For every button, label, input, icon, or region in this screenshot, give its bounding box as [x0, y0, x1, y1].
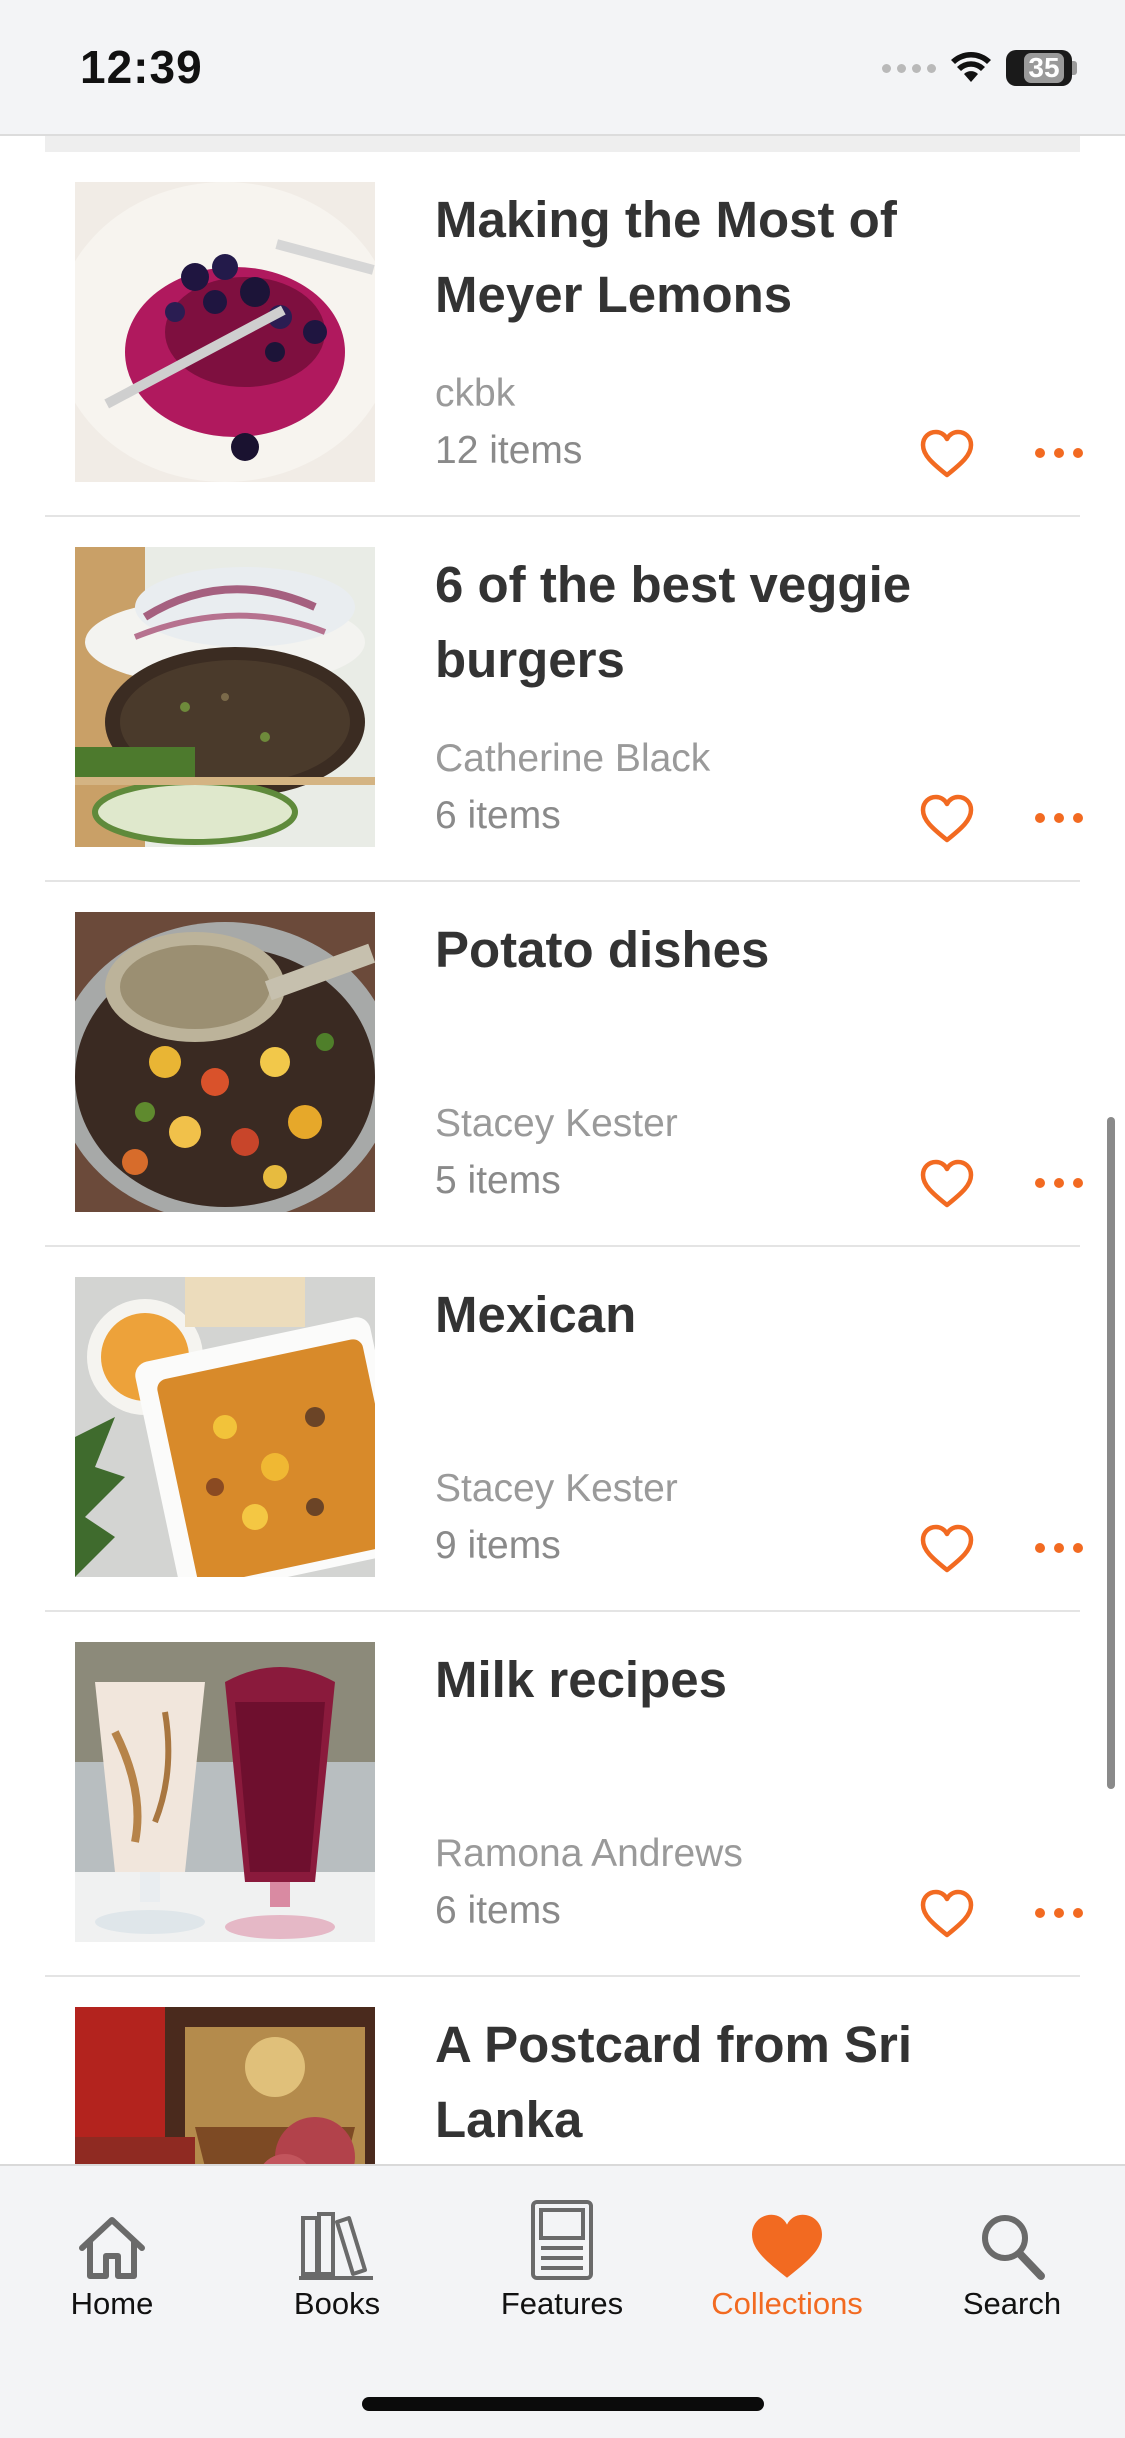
collection-item-count: 12 items: [435, 429, 583, 472]
favorite-heart-icon[interactable]: [920, 1524, 974, 1574]
collections-list[interactable]: Making the Most of Meyer Lemons ckbk 12 …: [0, 152, 1125, 2342]
features-icon: [531, 2200, 593, 2280]
collection-author: Ramona Andrews: [435, 1832, 743, 1875]
more-options-icon[interactable]: [1035, 1902, 1083, 1924]
more-options-icon[interactable]: [1035, 442, 1083, 464]
collection-row[interactable]: Mexican Stacey Kester 9 items: [45, 1247, 1083, 1612]
collection-title[interactable]: Milk recipes: [435, 1642, 995, 1717]
tab-books[interactable]: Books: [237, 2186, 437, 2322]
collection-thumbnail[interactable]: [75, 1277, 375, 1577]
status-time: 12:39: [80, 41, 203, 93]
tab-collections[interactable]: Collections: [687, 2186, 887, 2322]
collection-title[interactable]: Making the Most of Meyer Lemons: [435, 182, 995, 332]
more-options-icon[interactable]: [1035, 1172, 1083, 1194]
collection-item-count: 6 items: [435, 794, 561, 837]
collection-author: Catherine Black: [435, 737, 711, 780]
collection-author: Stacey Kester: [435, 1102, 678, 1145]
collection-row[interactable]: 6 of the best veggie burgers Catherine B…: [45, 517, 1083, 882]
more-options-icon[interactable]: [1035, 807, 1083, 829]
battery-icon: 35: [1006, 50, 1072, 86]
home-indicator[interactable]: [362, 2397, 764, 2411]
collection-thumbnail[interactable]: [75, 547, 375, 847]
more-options-icon[interactable]: [1035, 1537, 1083, 1559]
battery-level: 35: [1024, 53, 1064, 83]
books-icon: [299, 2212, 373, 2280]
tab-label: Features: [500, 2286, 624, 2321]
collection-title[interactable]: 6 of the best veggie burgers: [435, 547, 995, 697]
tab-label: Home: [70, 2286, 154, 2321]
tab-search[interactable]: Search: [912, 2186, 1112, 2322]
favorite-heart-icon[interactable]: [920, 1159, 974, 1209]
favorite-heart-icon[interactable]: [920, 794, 974, 844]
collection-thumbnail[interactable]: [75, 912, 375, 1212]
collection-row[interactable]: Milk recipes Ramona Andrews 6 items: [45, 1612, 1083, 1977]
collection-row[interactable]: Making the Most of Meyer Lemons ckbk 12 …: [45, 152, 1083, 517]
collection-author: Stacey Kester: [435, 1467, 678, 1510]
previous-row-edge: [45, 136, 1080, 152]
collection-row[interactable]: Potato dishes Stacey Kester 5 items: [45, 882, 1083, 1247]
tab-home[interactable]: Home: [12, 2186, 212, 2322]
search-icon: [982, 2215, 1045, 2280]
collection-item-count: 5 items: [435, 1159, 561, 1202]
collection-thumbnail[interactable]: [75, 1642, 375, 1942]
wifi-icon: [951, 52, 991, 82]
heart-filled-icon: [752, 2214, 822, 2278]
collection-author: ckbk: [435, 372, 516, 415]
collection-title[interactable]: Mexican: [435, 1277, 995, 1352]
cellular-signal-icon: [882, 63, 936, 73]
home-icon: [79, 2217, 145, 2279]
collection-item-count: 6 items: [435, 1889, 561, 1932]
tab-features[interactable]: Features: [462, 2186, 662, 2322]
collection-title[interactable]: Potato dishes: [435, 912, 995, 987]
collection-title[interactable]: A Postcard from Sri Lanka: [435, 2007, 995, 2157]
tab-label: Search: [962, 2286, 1062, 2321]
tab-label: Books: [293, 2286, 381, 2321]
favorite-heart-icon[interactable]: [920, 429, 974, 479]
tab-label: Collections: [711, 2286, 863, 2321]
collection-item-count: 9 items: [435, 1524, 561, 1567]
scrollbar[interactable]: [1107, 1117, 1115, 1789]
status-icons: 35: [882, 46, 1077, 90]
favorite-heart-icon[interactable]: [920, 1889, 974, 1939]
status-bar: 12:39 35: [0, 0, 1125, 136]
collection-thumbnail[interactable]: [75, 182, 375, 482]
